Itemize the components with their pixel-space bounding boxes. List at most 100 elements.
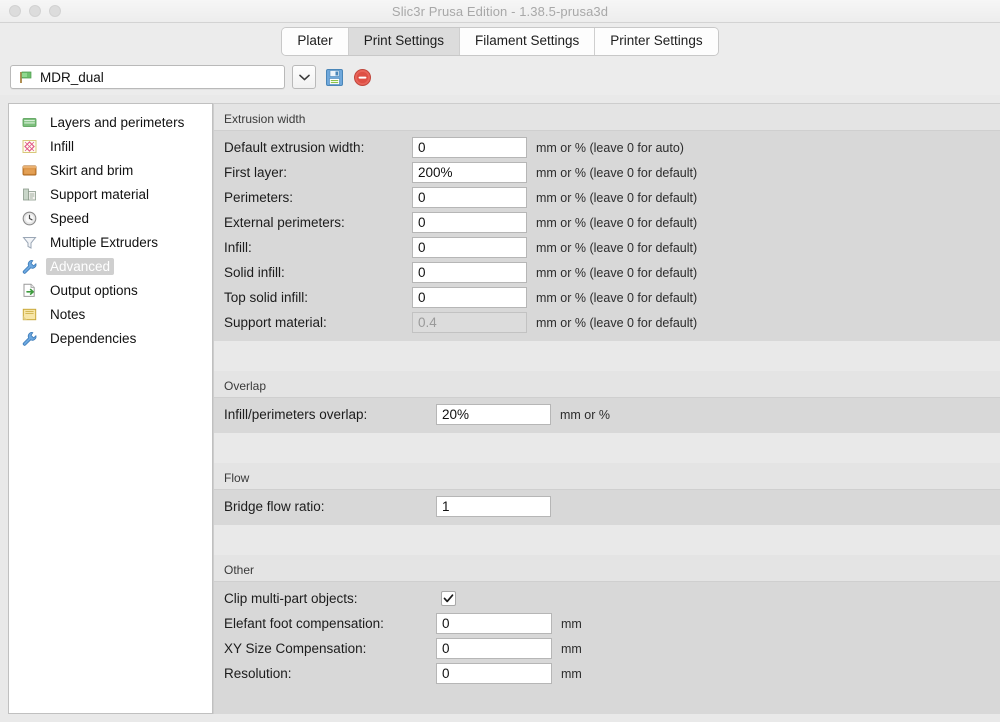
setting-input-value: 0	[418, 215, 426, 230]
main-body: Layers and perimeters Infill Skirt and bri…	[0, 95, 1000, 722]
tab-label: Filament Settings	[474, 33, 580, 48]
group-body: Infill/perimeters overlap: 20% mm or %	[214, 398, 1000, 433]
group-body: Bridge flow ratio: 1	[214, 490, 1000, 525]
setting-input[interactable]: 0	[436, 638, 552, 659]
setting-label: Clip multi-part objects:	[224, 591, 358, 606]
setting-input[interactable]: 0	[412, 137, 527, 158]
sidebar-item-layers-and-perimeters[interactable]: Layers and perimeters	[9, 110, 212, 134]
settings-group: Extrusion width Default extrusion width: 0…	[214, 104, 1000, 341]
window-title: Slic3r Prusa Edition - 1.38.5-prusa3d	[391, 3, 609, 19]
settings-row: Solid infill: 0 mm or % (leave 0 for defau…	[214, 260, 1000, 285]
setting-input[interactable]: 0	[412, 212, 527, 233]
setting-input[interactable]: 200%	[412, 162, 527, 183]
infill-icon	[21, 138, 38, 155]
group-separator	[214, 433, 1000, 463]
delete-preset-button[interactable]	[353, 68, 372, 87]
sidebar-item-infill[interactable]: Infill	[9, 134, 212, 158]
setting-unit-hint: mm	[561, 666, 582, 681]
setting-label: Resolution:	[224, 666, 292, 681]
setting-label: Infill/perimeters overlap:	[224, 407, 368, 422]
setting-input-value: 0	[442, 666, 450, 681]
setting-input[interactable]: 0	[412, 237, 527, 258]
setting-label: Default extrusion width:	[224, 140, 365, 155]
preset-dropdown-button[interactable]	[292, 65, 316, 89]
setting-input[interactable]: 0	[412, 187, 527, 208]
tab-plater[interactable]: Plater	[282, 28, 349, 55]
settings-row: First layer: 200% mm or % (leave 0 for def…	[214, 160, 1000, 185]
tab-filament-settings[interactable]: Filament Settings	[459, 28, 596, 55]
setting-input-value: 1	[442, 499, 450, 514]
tab-strip: Plater Print Settings Filament Settings Pri…	[0, 23, 1000, 59]
sidebar-item-speed[interactable]: Speed	[9, 206, 212, 230]
settings-row: Support material: 0.4 mm or % (leave 0 for…	[214, 310, 1000, 335]
wrench-icon	[21, 330, 38, 347]
skirt-brim-icon	[21, 162, 38, 179]
tab-printer-settings[interactable]: Printer Settings	[595, 28, 718, 55]
chevron-down-icon	[298, 74, 310, 81]
setting-input-value: 0	[418, 290, 426, 305]
group-body: Clip multi-part objects: Elefant foot com…	[214, 582, 1000, 692]
tab-print-settings[interactable]: Print Settings	[348, 28, 460, 55]
sidebar-item-label: Layers and perimeters	[50, 114, 185, 130]
sidebar-item-label: Multiple Extruders	[50, 234, 159, 250]
setting-input-value: 0	[442, 641, 450, 656]
setting-input-value: 0	[418, 265, 426, 280]
setting-unit-hint: mm or % (leave 0 for auto)	[536, 140, 684, 155]
setting-input[interactable]: 0	[412, 287, 527, 308]
sidebar-item-label: Notes	[50, 306, 86, 322]
setting-input-value: 0	[442, 616, 450, 631]
setting-label: Top solid infill:	[224, 290, 309, 305]
sidebar-item-support-material[interactable]: Support material	[9, 182, 212, 206]
settings-row: XY Size Compensation: 0 mm	[214, 636, 1000, 661]
sidebar-item-skirt-and-brim[interactable]: Skirt and brim	[9, 158, 212, 182]
group-title: Extrusion width	[214, 104, 1000, 131]
settings-content-panel: Extrusion width Default extrusion width: 0…	[213, 103, 1000, 714]
setting-label: XY Size Compensation:	[224, 641, 367, 656]
setting-label: Perimeters:	[224, 190, 294, 205]
setting-checkbox[interactable]	[441, 591, 456, 606]
save-preset-button[interactable]	[325, 68, 344, 87]
settings-row: Infill/perimeters overlap: 20% mm or %	[214, 402, 1000, 427]
sidebar-item-multiple-extruders[interactable]: Multiple Extruders	[9, 230, 212, 254]
wrench-icon	[21, 258, 38, 275]
settings-row: External perimeters: 0 mm or % (leave 0 fo…	[214, 210, 1000, 235]
funnel-icon	[21, 234, 38, 251]
setting-unit-hint: mm or % (leave 0 for default)	[536, 290, 698, 305]
setting-input-value: 0	[418, 140, 426, 155]
setting-input[interactable]: 0	[412, 262, 527, 283]
sidebar-item-label: Speed	[50, 210, 90, 226]
setting-unit-hint: mm or % (leave 0 for default)	[536, 190, 698, 205]
sidebar-item-advanced[interactable]: Advanced	[9, 254, 212, 278]
setting-label: First layer:	[224, 165, 288, 180]
layers-icon	[21, 114, 38, 131]
output-page-icon	[21, 282, 38, 299]
settings-row: Resolution: 0 mm	[214, 661, 1000, 686]
sidebar-item-output-options[interactable]: Output options	[9, 278, 212, 302]
speed-clock-icon	[21, 210, 38, 227]
setting-unit-hint: mm or % (leave 0 for default)	[536, 165, 698, 180]
setting-input[interactable]: 0	[436, 663, 552, 684]
settings-group: Other Clip multi-part objects: Elefant foo…	[214, 555, 1000, 692]
setting-label: External perimeters:	[224, 215, 345, 230]
setting-input[interactable]: 0	[436, 613, 552, 634]
setting-input[interactable]: 1	[436, 496, 551, 517]
sidebar-item-label: Dependencies	[50, 330, 137, 346]
setting-label: Infill:	[224, 240, 252, 255]
setting-unit-hint: mm or % (leave 0 for default)	[536, 240, 698, 255]
settings-row: Clip multi-part objects:	[214, 586, 1000, 611]
sidebar-item-label: Output options	[50, 282, 138, 298]
tab-label: Print Settings	[363, 33, 444, 48]
tab-label: Printer Settings	[610, 33, 703, 48]
group-body: Default extrusion width: 0 mm or % (leave …	[214, 131, 1000, 341]
settings-row: Infill: 0 mm or % (leave 0 for default)	[214, 235, 1000, 260]
setting-unit-hint: mm	[561, 616, 582, 631]
sidebar-item-notes[interactable]: Notes	[9, 302, 212, 326]
preset-combobox[interactable]: MDR_dual	[10, 65, 285, 89]
settings-row: Top solid infill: 0 mm or % (leave 0 for d…	[214, 285, 1000, 310]
group-separator	[214, 341, 1000, 371]
setting-input-value: 0	[418, 240, 426, 255]
settings-row: Elefant foot compensation: 0 mm	[214, 611, 1000, 636]
sidebar-item-dependencies[interactable]: Dependencies	[9, 326, 212, 350]
settings-category-sidebar: Layers and perimeters Infill Skirt and bri…	[8, 103, 213, 714]
setting-input[interactable]: 20%	[436, 404, 551, 425]
